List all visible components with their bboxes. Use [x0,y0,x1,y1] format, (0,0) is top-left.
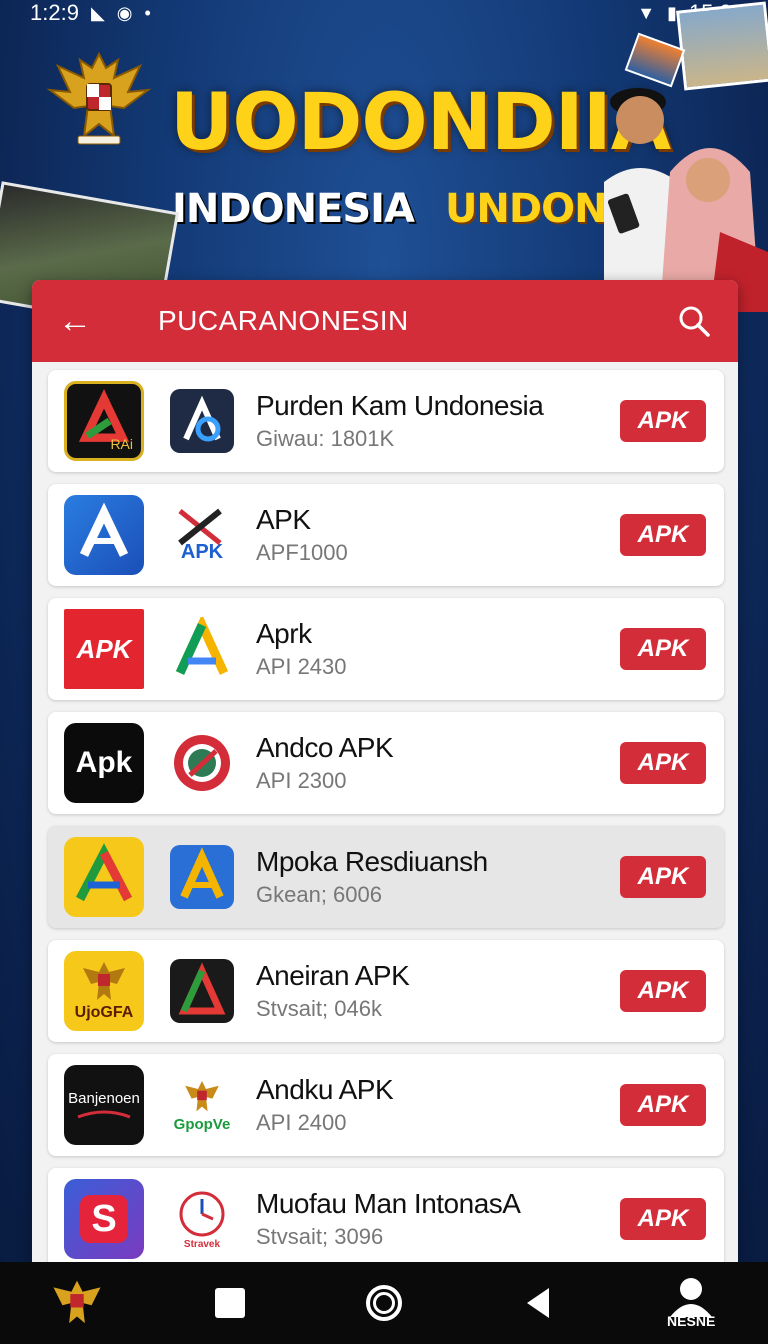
garuda-yellow-icon: UjoGFA [64,951,144,1031]
apk-red-tag-icon: APK [64,609,144,689]
garuda-home-icon[interactable] [37,1268,117,1338]
hero-subtitle-white: INDONESIA [172,186,415,232]
clock-label: Stravek [183,1238,221,1250]
user-icon [670,1278,713,1317]
signal-icon: ◣ [90,2,105,23]
dark-banner-icon: Banjenoen [64,1065,144,1145]
apk-download-button[interactable]: APK [620,742,706,784]
s-label: S [80,1195,128,1243]
profile-nav-label: NESNE [667,1313,716,1329]
profile-nav[interactable]: NESNE [651,1268,731,1338]
wifi-icon: ▼ [637,2,656,23]
app-title: APK [256,504,311,535]
system-nav-bar: NESNE [0,1262,768,1344]
app-title: Aneiran APK [256,960,410,991]
list-item[interactable]: UjoGFA Aneiran APK Stvsait; 046k APK [48,940,724,1042]
list-item[interactable]: Apk Andco APK API 2300 APK [48,712,724,814]
clock-icon: Stravek [170,1187,234,1251]
status-time: 1:2:9 [30,0,79,25]
app-subtitle: Gkean; 6006 [256,882,382,907]
app-subtitle: API 2300 [256,768,347,793]
app-title: Aprk [256,618,312,649]
ra-icon: RAi [64,381,144,461]
triangle-a-icon [170,617,234,681]
apk-download-button[interactable]: APK [620,1198,706,1240]
apk-brush-icon: APK [170,503,234,567]
apk-black-icon: Apk [64,723,144,803]
apk-download-button[interactable]: APK [620,856,706,898]
banner-label: Banjenoen [68,1089,140,1107]
apk-small-label: APK [180,540,224,563]
hero-people-photo [604,88,768,312]
apk-download-button[interactable]: APK [620,514,706,556]
blue-tile-a-icon [170,845,234,909]
hero-title: UODONDIIA [170,78,671,168]
sync-icon: ◉ [116,2,133,23]
apk-download-button[interactable]: APK [620,1084,706,1126]
apk-download-button[interactable]: APK [620,628,706,670]
list-item[interactable]: RAi Purden Kam Undonesia Giwau: 1801K AP… [48,370,724,472]
app-title: Andco APK [256,732,394,763]
blue-a-icon [64,495,144,575]
app-subtitle: API 2400 [256,1110,347,1135]
app-title: Muofau Man IntonasA [256,1188,521,1219]
back-triangle-icon[interactable] [498,1268,578,1338]
apk-tag-label: APK [76,633,132,664]
apk-download-button[interactable]: APK [620,970,706,1012]
app-bar-title: PUCARANONESIN [158,305,409,336]
list-item[interactable]: Mpoka Resdiuansh Gkean; 6006 APK [48,826,724,928]
back-arrow-icon[interactable]: ← [58,302,118,341]
app-subtitle: Stvsait; 046k [256,996,382,1021]
list-item[interactable]: APK Aprk API 2430 APK [48,598,724,700]
app-subtitle: APF1000 [256,540,348,565]
yellow-a-icon [64,837,144,917]
aq-icon [170,389,234,453]
app-subtitle: Stvsait; 3096 [256,1224,384,1249]
app-subtitle: Giwau: 1801K [256,426,395,451]
dark-a-icon [170,959,234,1023]
garuda-gpopve-icon: GpopVe [170,1073,234,1137]
search-icon[interactable] [676,303,712,339]
list-item[interactable]: Banjenoen GpopVe Andku APK API 2400 APK [48,1054,724,1156]
apk-black-label: Apk [75,746,133,779]
dot-icon: • [144,2,151,23]
status-bar: 1:2:9 ◣ ◉ • ▼ ▮ 15:20 [0,0,768,26]
app-title: Andku APK [256,1074,394,1105]
s-purple-icon: S [64,1179,144,1259]
gpopve-label: GpopVe [173,1115,231,1133]
app-title: Purden Kam Undonesia [256,390,544,421]
garuda-label: UjoGFA [74,1004,134,1021]
ra-icon-label: RAi [110,436,133,452]
apk-download-button[interactable]: APK [620,400,706,442]
home-circle-icon[interactable] [344,1268,424,1338]
app-bar: ← PUCARANONESIN [32,280,738,362]
red-circle-icon [170,731,234,795]
garuda-emblem-icon [46,51,152,145]
app-title: Mpoka Resdiuansh [256,846,488,877]
recents-square-icon[interactable] [190,1268,270,1338]
app-panel: ← PUCARANONESIN RAi Purden Kam Undonesia… [32,280,738,1264]
list-item[interactable]: APK APK APF1000 APK [48,484,724,586]
app-list: RAi Purden Kam Undonesia Giwau: 1801K AP… [32,362,738,1264]
app-subtitle: API 2430 [256,654,347,679]
list-item[interactable]: S Stravek Muofau Man IntonasA Stvsait; 3… [48,1168,724,1264]
